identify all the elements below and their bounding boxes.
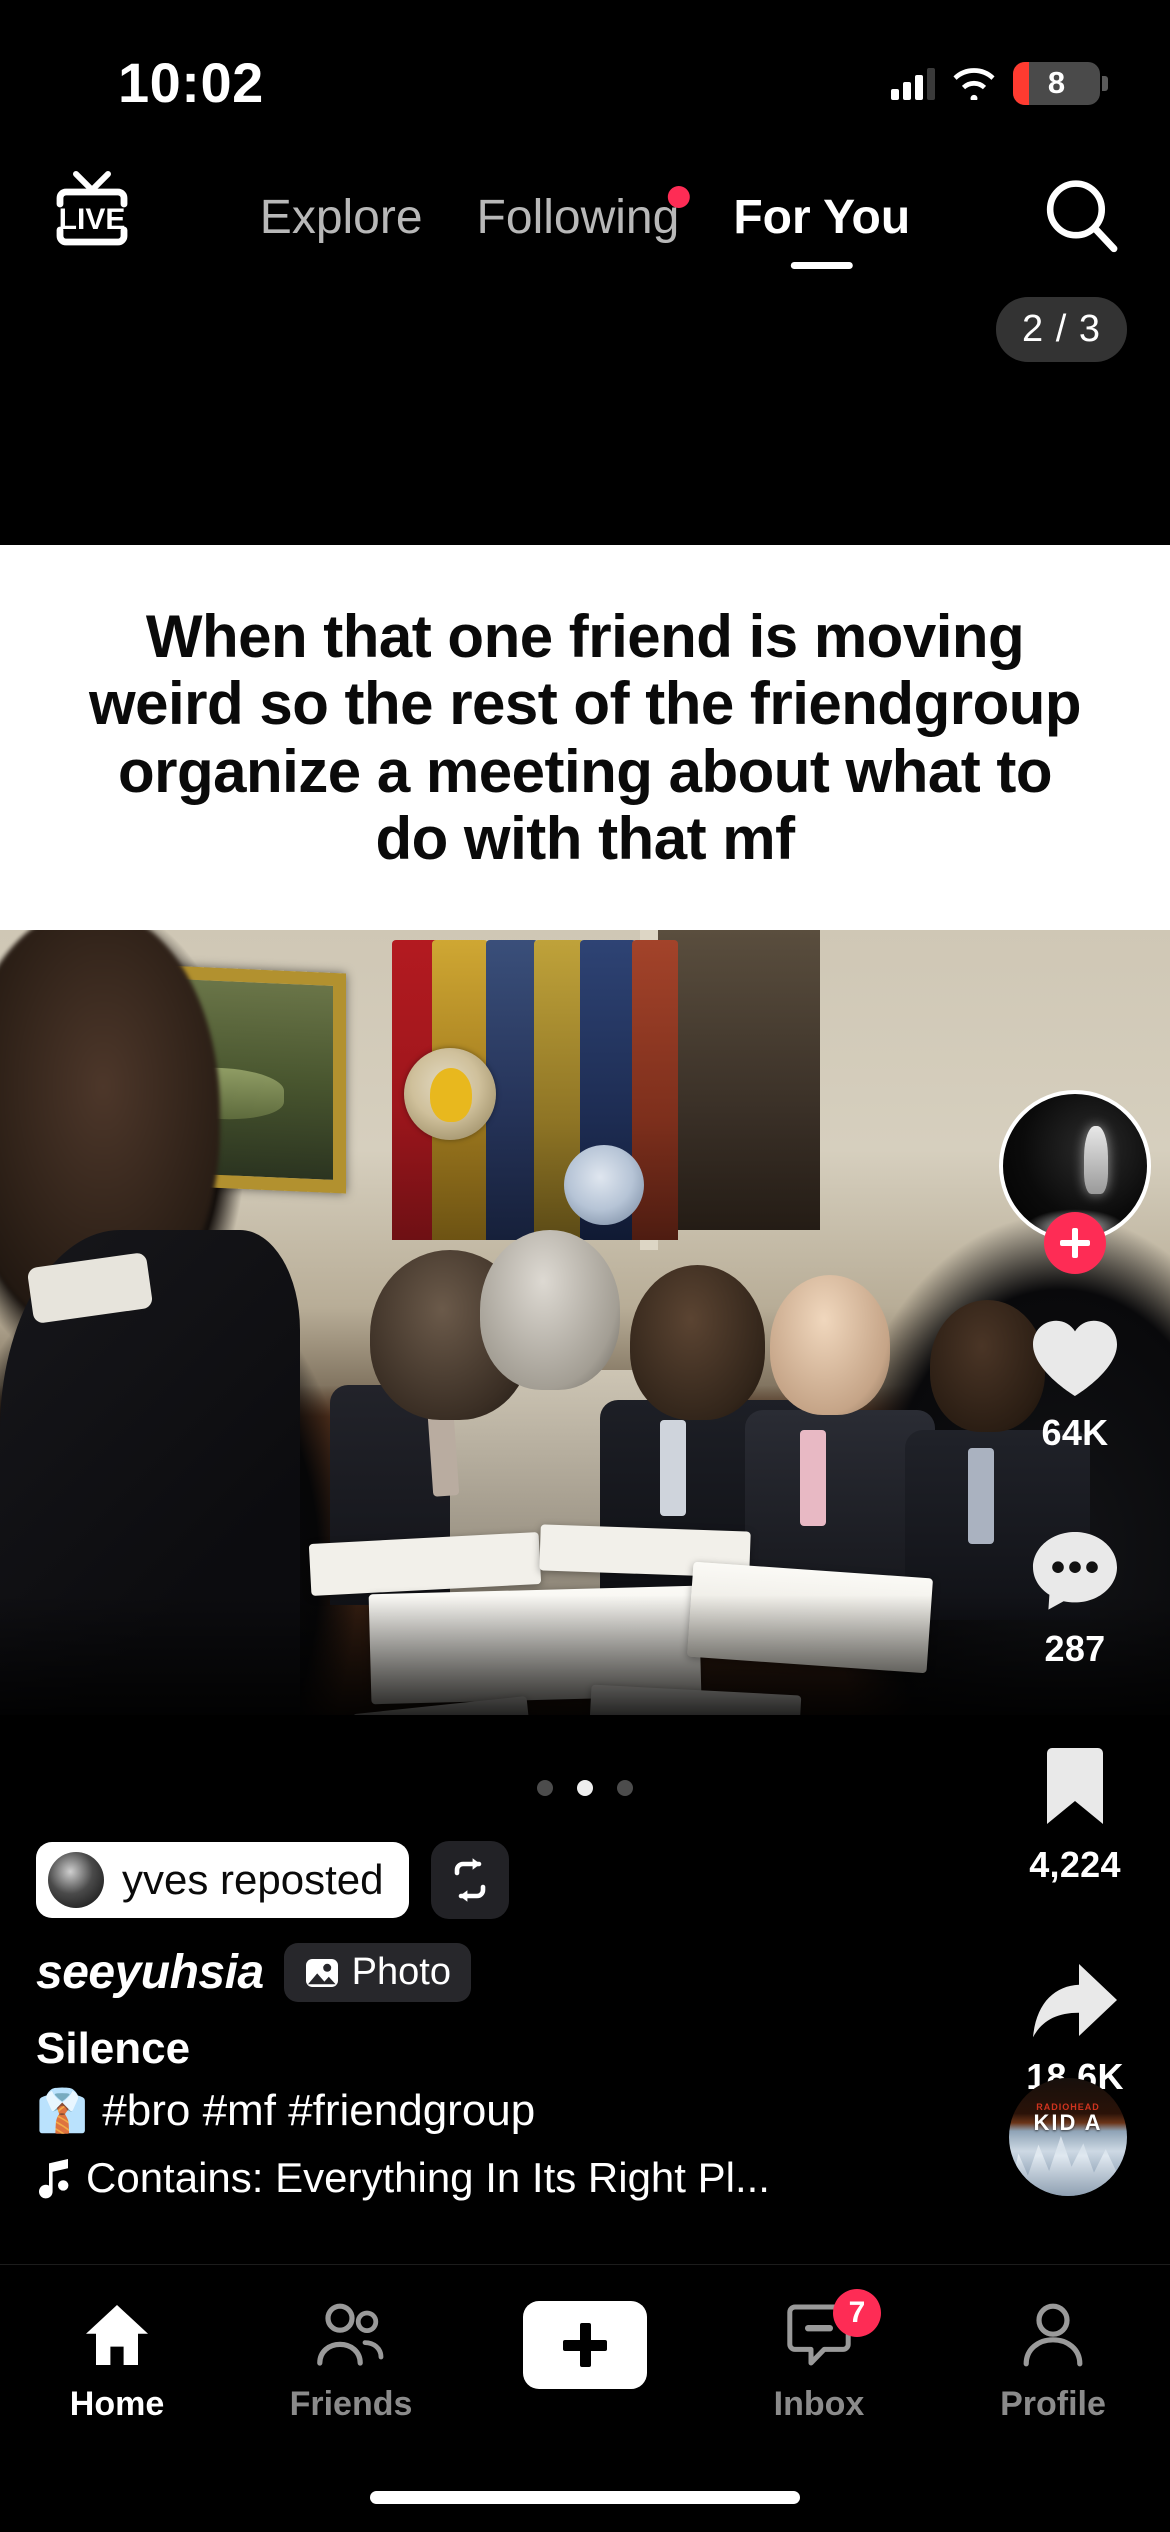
tab-inbox-label: Inbox xyxy=(773,2385,865,2423)
tab-following-label: Following xyxy=(476,190,680,244)
home-icon xyxy=(86,2305,148,2365)
bookmark-icon xyxy=(1047,1748,1103,1824)
meme-caption-card: When that one friend is moving weird so … xyxy=(0,545,1170,930)
tab-for-you[interactable]: For You xyxy=(733,190,911,269)
reposter-avatar xyxy=(48,1852,104,1908)
person-head xyxy=(630,1265,765,1420)
hashtags-row: 👔 #bro #mf #friendgroup xyxy=(36,2086,976,2136)
tab-for-you-label: For You xyxy=(733,190,911,244)
save-button[interactable]: 4,224 xyxy=(980,1744,1170,1886)
battery-icon: 8 xyxy=(1013,61,1100,105)
music-row[interactable]: Contains: Everything In Its Right Pl... xyxy=(36,2154,976,2202)
tab-home[interactable]: Home xyxy=(0,2301,234,2424)
like-count: 64K xyxy=(1041,1412,1109,1453)
necktie xyxy=(660,1420,686,1516)
tab-profile[interactable]: Profile xyxy=(936,2301,1170,2424)
following-badge-dot xyxy=(667,185,690,208)
create-plus-icon[interactable] xyxy=(509,2301,661,2389)
heart-icon xyxy=(1033,1320,1117,1396)
live-tv-icon[interactable]: LIVE xyxy=(40,168,144,264)
image-icon xyxy=(305,1958,338,1987)
tab-friends[interactable]: Friends xyxy=(234,2301,468,2424)
person-head xyxy=(480,1230,620,1390)
carousel-dot[interactable] xyxy=(617,1780,633,1796)
profile-icon xyxy=(1023,2303,1083,2367)
tab-explore[interactable]: Explore xyxy=(260,190,423,251)
search-icon[interactable] xyxy=(1038,174,1124,260)
top-navigation-bar: LIVE Explore Following For You xyxy=(0,160,1170,280)
action-rail: 64K 287 4,224 18.6K xyxy=(980,1090,1170,2098)
tab-explore-label: Explore xyxy=(259,190,423,244)
carousel-pagination-dots xyxy=(537,1780,633,1796)
meme-caption-text: When that one friend is moving weird so … xyxy=(88,603,1082,872)
creator-avatar[interactable] xyxy=(999,1090,1151,1274)
flag-seal xyxy=(564,1145,644,1225)
comment-icon xyxy=(1033,1532,1117,1610)
wifi-icon xyxy=(952,67,996,100)
cellular-signal-icon xyxy=(891,66,935,100)
follow-button[interactable] xyxy=(1044,1212,1106,1274)
album-title: KID A xyxy=(1033,2109,1103,2135)
tiktok-for-you-screen: 10:02 8 LIVE Explore Following For You 2… xyxy=(0,0,1170,2532)
save-count: 4,224 xyxy=(1029,1844,1121,1885)
post-description-title: Silence xyxy=(36,2024,191,2073)
photo-counter-badge: 2 / 3 xyxy=(996,297,1127,362)
flag-seal xyxy=(404,1048,496,1140)
repost-icon[interactable] xyxy=(431,1841,510,1919)
feed-tabs: Explore Following For You xyxy=(260,160,910,280)
inbox-badge: 7 xyxy=(833,2289,881,2337)
tab-following[interactable]: Following xyxy=(476,185,690,251)
creator-row: seeyuhsia Photo xyxy=(36,1943,976,2002)
share-icon xyxy=(1033,1964,1117,2038)
svg-text:LIVE: LIVE xyxy=(59,203,126,236)
tab-create[interactable] xyxy=(468,2301,702,2405)
carousel-dot[interactable] xyxy=(537,1780,553,1796)
album-art-thumbnail[interactable]: RADIOHEAD KID A xyxy=(1009,2078,1127,2196)
hashtags[interactable]: #bro #mf #friendgroup xyxy=(102,2086,535,2136)
person-head xyxy=(770,1275,890,1415)
tab-profile-label: Profile xyxy=(1000,2385,1106,2423)
tab-inbox[interactable]: 7 Inbox xyxy=(702,2289,936,2424)
active-tab-underline xyxy=(790,261,853,269)
bottom-tab-bar: Home Friends 7 Inbox Profile xyxy=(0,2264,1170,2532)
home-indicator[interactable] xyxy=(370,2491,800,2504)
photo-badge-label: Photo xyxy=(351,1951,451,1993)
battery-percent: 8 xyxy=(1047,65,1066,100)
status-bar: 10:02 8 xyxy=(0,0,1170,150)
photo-badge: Photo xyxy=(283,1943,471,2002)
post-meta: yves reposted seeyuhsia Photo Silence 👔 … xyxy=(36,1841,976,2202)
creator-username[interactable]: seeyuhsia xyxy=(36,1945,264,2000)
repost-label: yves reposted xyxy=(122,1856,384,1903)
music-title: Contains: Everything In Its Right Pl... xyxy=(86,2154,770,2201)
comment-button[interactable]: 287 xyxy=(980,1528,1170,1670)
status-bar-time: 10:02 xyxy=(118,50,264,114)
music-note-icon xyxy=(39,2159,69,2199)
tab-friends-label: Friends xyxy=(289,2385,413,2423)
comment-count: 287 xyxy=(1044,1628,1106,1669)
like-button[interactable]: 64K xyxy=(980,1316,1170,1454)
repost-row: yves reposted xyxy=(36,1841,976,1919)
friends-icon xyxy=(317,2303,384,2366)
repost-pill[interactable]: yves reposted xyxy=(36,1842,410,1918)
carousel-dot-active[interactable] xyxy=(577,1780,593,1796)
tab-home-label: Home xyxy=(69,2385,165,2423)
necktie xyxy=(800,1430,826,1526)
necktie-emoji-icon: 👔 xyxy=(36,2087,89,2134)
